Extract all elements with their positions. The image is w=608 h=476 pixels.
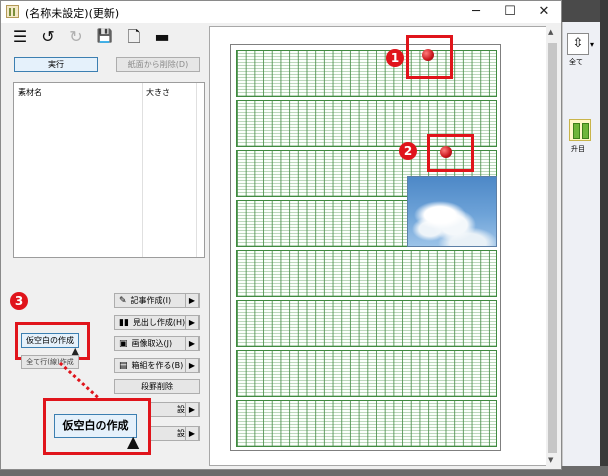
save-icon[interactable]: 💾 bbox=[95, 26, 115, 48]
create-article-arrow-button[interactable]: ▶ bbox=[185, 293, 199, 308]
create-article-label: 記事作成(I) bbox=[130, 296, 172, 305]
column-band[interactable] bbox=[236, 350, 497, 397]
settings-arrow-button-2[interactable]: ▶ bbox=[185, 426, 199, 441]
close-button[interactable]: ✕ bbox=[527, 1, 561, 23]
app-icon bbox=[6, 5, 19, 18]
window-title: (名称未設定)(更新) bbox=[25, 7, 120, 20]
maximize-button[interactable]: ☐ bbox=[493, 1, 527, 23]
column-band[interactable] bbox=[236, 250, 497, 297]
import-image-arrow-button[interactable]: ▶ bbox=[185, 336, 199, 351]
scrollbar-thumb[interactable] bbox=[548, 43, 557, 453]
pushpin-icon bbox=[422, 49, 434, 61]
column-divider bbox=[142, 83, 143, 257]
column-header-size[interactable]: 大きさ bbox=[146, 87, 170, 98]
step-2-badge: 2 bbox=[399, 142, 417, 160]
undo-icon[interactable]: ↺ bbox=[38, 26, 58, 48]
zoomed-create-temp-space-button[interactable]: 仮空白の作成 bbox=[54, 414, 137, 438]
minimize-button[interactable]: ─ bbox=[459, 1, 493, 23]
redo-icon[interactable]: ↻ bbox=[66, 26, 86, 48]
column-divider bbox=[196, 83, 197, 257]
desktop-right-strip bbox=[600, 0, 608, 476]
column-header-name[interactable]: 素材名 bbox=[18, 87, 42, 98]
open-icon[interactable]: ▬ bbox=[152, 26, 172, 48]
sky-photo-image[interactable] bbox=[407, 176, 497, 247]
camera-icon: ▣ bbox=[119, 339, 128, 349]
title-bar: (名称未設定)(更新) ─ ☐ ✕ bbox=[1, 1, 561, 23]
column-band[interactable] bbox=[236, 50, 497, 97]
box-icon: ▤ bbox=[119, 361, 128, 371]
execute-button[interactable]: 実行 bbox=[14, 57, 98, 72]
pushpin-icon bbox=[440, 146, 452, 158]
newspaper-page[interactable] bbox=[230, 44, 501, 451]
create-box-arrow-button[interactable]: ▶ bbox=[185, 358, 199, 373]
column-band[interactable] bbox=[236, 300, 497, 347]
create-headline-label: 見出し作成(H) bbox=[132, 318, 186, 327]
step-3-badge: 3 bbox=[10, 292, 28, 310]
remove-from-page-button[interactable]: 紙面から削除(D) bbox=[116, 57, 200, 72]
new-page-icon[interactable]: 🗋 bbox=[124, 26, 144, 48]
fit-all-label: 全て bbox=[569, 58, 583, 66]
chevron-down-icon[interactable]: ▾ bbox=[590, 40, 594, 49]
pencil-icon: ✎ bbox=[119, 296, 127, 306]
create-box-label: 箱組を作る(B) bbox=[131, 361, 184, 370]
pointer-cursor-icon: ▲ bbox=[127, 432, 140, 451]
settings-arrow-button-1[interactable]: ▶ bbox=[185, 402, 199, 417]
main-window: (名称未設定)(更新) ─ ☐ ✕ ☰ ↺ ↻ 💾 🗋 ▬ 実行 紙面から削除(… bbox=[0, 0, 562, 470]
side-panel bbox=[562, 22, 600, 466]
scroll-up-icon[interactable]: ▲ bbox=[548, 28, 553, 36]
fit-all-icon[interactable]: ⇳ bbox=[567, 33, 589, 55]
vertical-grid-label: 升目 bbox=[571, 145, 585, 153]
import-image-label: 画像取込(J) bbox=[131, 339, 173, 348]
step-1-badge: 1 bbox=[386, 49, 404, 67]
headline-icon: ▮▮ bbox=[119, 318, 129, 328]
menu-icon[interactable]: ☰ bbox=[10, 26, 30, 48]
delete-column-rule-button[interactable]: 段罫削除 bbox=[114, 379, 200, 394]
create-headline-arrow-button[interactable]: ▶ bbox=[185, 315, 199, 330]
column-band[interactable] bbox=[236, 400, 497, 447]
vertical-grid-button[interactable] bbox=[569, 119, 591, 141]
material-list[interactable]: 素材名 大きさ bbox=[13, 82, 205, 258]
scroll-down-icon[interactable]: ▼ bbox=[548, 456, 553, 464]
